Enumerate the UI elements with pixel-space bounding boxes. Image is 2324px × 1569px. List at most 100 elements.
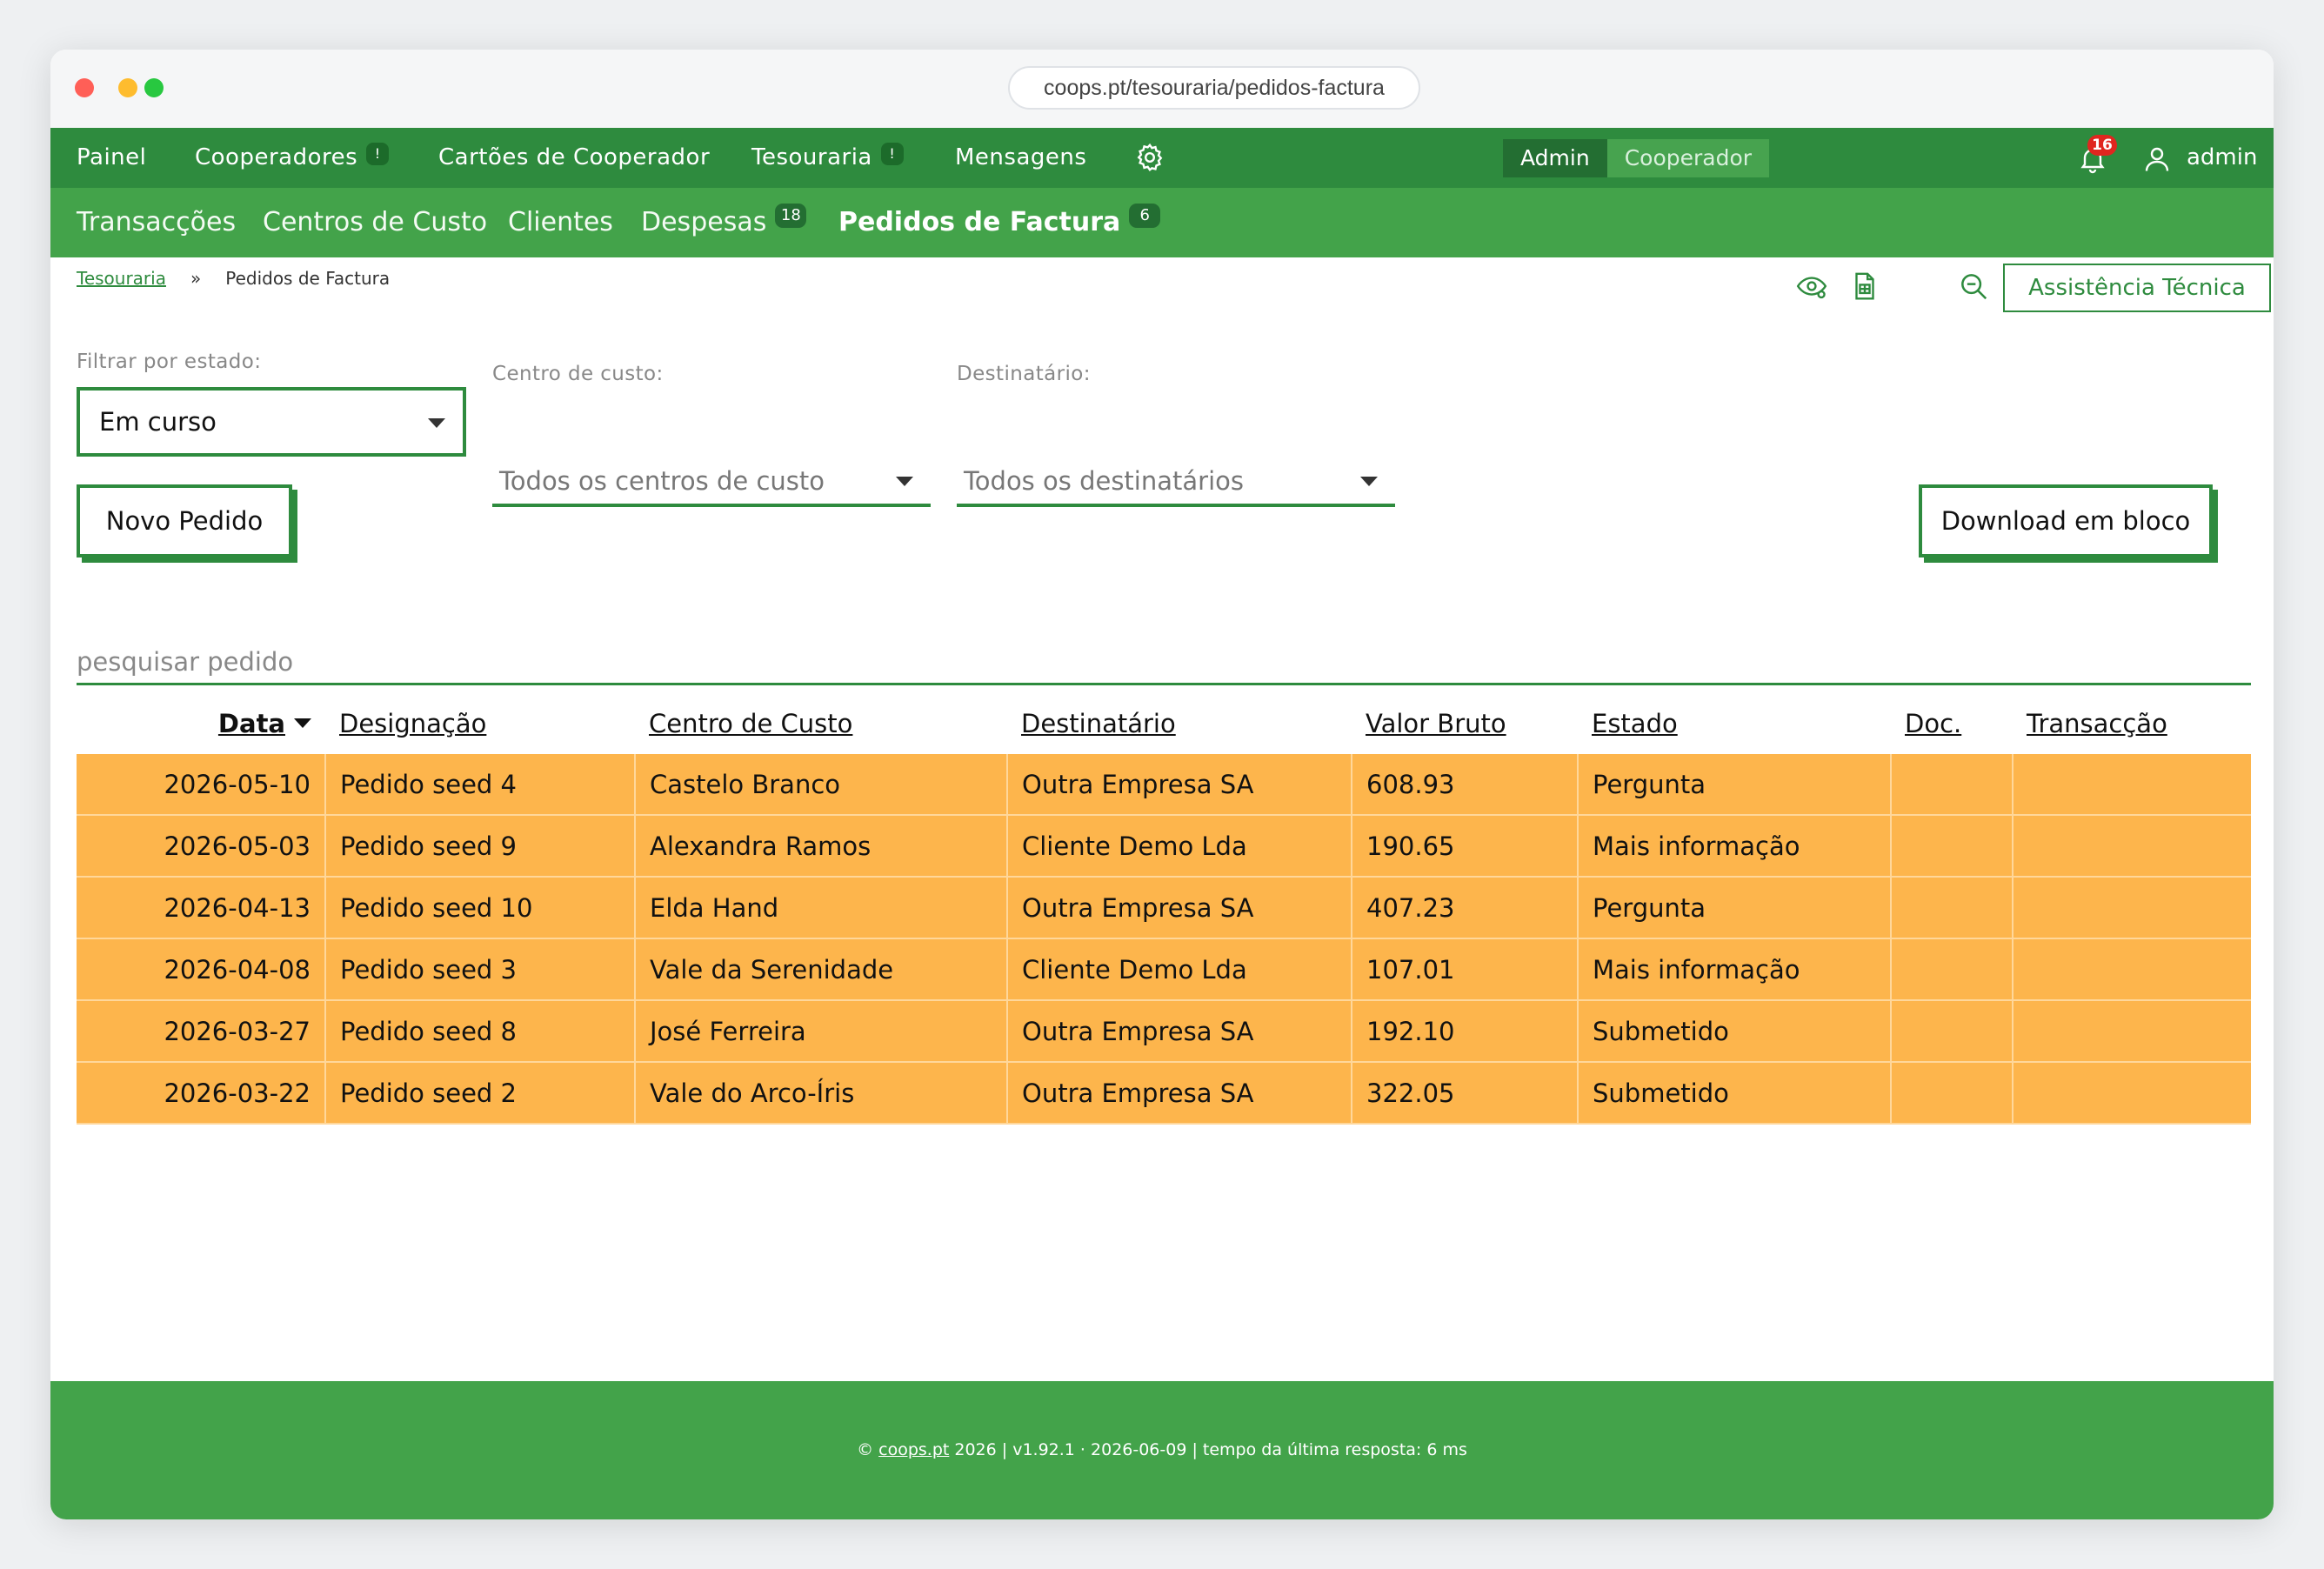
- zoom-out-icon[interactable]: [1957, 270, 1990, 303]
- cell-recipient: Cliente Demo Lda: [1007, 938, 1352, 1001]
- username-link[interactable]: admin: [2187, 128, 2257, 188]
- maximize-window-icon[interactable]: [144, 78, 164, 97]
- chevron-down-icon: [428, 418, 445, 428]
- centro-filter-value: Todos os centros de custo: [499, 466, 825, 496]
- column-header-destinatario[interactable]: Destinatário: [1007, 693, 1352, 754]
- nav-item-painel[interactable]: Painel: [77, 128, 146, 188]
- cell-date: 2026-05-10: [77, 754, 326, 816]
- nav-item-cartoes[interactable]: Cartões de Cooperador: [438, 128, 710, 188]
- sub-navigation: Transacções Centros de Custo Clientes De…: [50, 188, 2274, 257]
- table-row[interactable]: 2026-03-27 Pedido seed 8 José Ferreira O…: [77, 1000, 2251, 1063]
- cell-date: 2026-03-27: [77, 1000, 326, 1063]
- column-header-transaccao[interactable]: Transacção: [2013, 693, 2251, 754]
- cell-transaction: [2013, 938, 2251, 1001]
- subnav-item-despesas[interactable]: Despesas 18: [641, 188, 807, 257]
- breadcrumb: Tesouraria » Pedidos de Factura: [77, 268, 390, 289]
- table-row[interactable]: 2026-05-03 Pedido seed 9 Alexandra Ramos…: [77, 815, 2251, 878]
- cell-gross-value: 190.65: [1352, 815, 1579, 878]
- column-header-valor-bruto[interactable]: Valor Bruto: [1352, 693, 1578, 754]
- search-input[interactable]: pesquisar pedido: [77, 630, 2251, 685]
- subnav-item-label: Pedidos de Factura: [838, 207, 1121, 237]
- destinatario-filter-select[interactable]: Todos os destinatários: [957, 455, 1395, 507]
- cell-transaction: [2013, 754, 2251, 816]
- estado-filter-select[interactable]: Em curso: [77, 387, 466, 457]
- cell-gross-value: 107.01: [1352, 938, 1579, 1001]
- breadcrumb-current: Pedidos de Factura: [225, 268, 391, 289]
- subnav-item-centros-de-custo[interactable]: Centros de Custo: [263, 188, 487, 257]
- sort-desc-icon: [294, 718, 311, 728]
- nav-item-label: Tesouraria: [751, 144, 872, 170]
- new-request-button[interactable]: Novo Pedido: [77, 484, 292, 557]
- cell-recipient: Outra Empresa SA: [1007, 1062, 1352, 1125]
- nav-item-mensagens[interactable]: Mensagens: [955, 128, 1086, 188]
- breadcrumb-link-tesouraria[interactable]: Tesouraria: [77, 268, 166, 289]
- cell-date: 2026-05-03: [77, 815, 326, 878]
- cell-doc: [1891, 877, 2013, 939]
- user-icon[interactable]: [2141, 144, 2173, 175]
- alert-badge: !: [366, 143, 390, 165]
- cell-designation: Pedido seed 3: [325, 938, 636, 1001]
- cell-doc: [1891, 1000, 2013, 1063]
- cell-gross-value: 608.93: [1352, 754, 1579, 816]
- footer-site-link[interactable]: coops.pt: [878, 1440, 949, 1459]
- centro-filter-select[interactable]: Todos os centros de custo: [492, 455, 931, 507]
- cell-recipient: Outra Empresa SA: [1007, 754, 1352, 816]
- cell-transaction: [2013, 815, 2251, 878]
- nav-item-label: Cartões de Cooperador: [438, 144, 711, 170]
- nav-item-cooperadores[interactable]: Cooperadores!: [195, 128, 390, 188]
- subnav-item-clientes[interactable]: Clientes: [508, 188, 613, 257]
- copyright-symbol: ©: [857, 1440, 874, 1459]
- url-bar[interactable]: coops.pt/tesouraria/pedidos-factura: [1008, 66, 1420, 110]
- estado-filter-value: Em curso: [99, 407, 217, 437]
- count-badge: 6: [1129, 204, 1161, 228]
- destinatario-filter-label: Destinatário:: [957, 363, 1091, 385]
- nav-item-label: Cooperadores: [195, 144, 358, 170]
- role-switcher: Admin Cooperador: [1503, 139, 1770, 177]
- role-cooperador-button[interactable]: Cooperador: [1606, 139, 1770, 177]
- subnav-item-label: Centros de Custo: [263, 207, 488, 237]
- subnav-item-transaccoes[interactable]: Transacções: [77, 188, 236, 257]
- bulk-download-button[interactable]: Download em bloco: [1919, 484, 2213, 557]
- gear-icon[interactable]: [1134, 142, 1165, 173]
- column-header-centro-de-custo[interactable]: Centro de Custo: [635, 693, 1007, 754]
- cell-status: Submetido: [1578, 1062, 1892, 1125]
- nav-item-label: Painel: [77, 144, 147, 170]
- role-admin-button[interactable]: Admin: [1503, 139, 1607, 177]
- column-header-designacao[interactable]: Designação: [325, 693, 635, 754]
- top-navigation: Painel Cooperadores! Cartões de Cooperad…: [50, 128, 2274, 188]
- column-header-doc[interactable]: Doc.: [1891, 693, 2013, 754]
- chevron-down-icon: [896, 477, 913, 486]
- table-header-row: Data Designação Centro de Custo Destinat…: [77, 693, 2251, 754]
- table-row[interactable]: 2026-03-22 Pedido seed 2 Vale do Arco-Ír…: [77, 1062, 2251, 1125]
- nav-item-tesouraria[interactable]: Tesouraria!: [751, 128, 904, 188]
- technical-support-button[interactable]: Assistência Técnica: [2003, 264, 2271, 312]
- cell-gross-value: 322.05: [1352, 1062, 1579, 1125]
- column-header-data[interactable]: Data: [77, 693, 325, 754]
- close-window-icon[interactable]: [75, 78, 94, 97]
- minimize-window-icon[interactable]: [118, 78, 137, 97]
- cell-cost-center: Elda Hand: [635, 877, 1008, 939]
- eye-settings-icon[interactable]: [1795, 270, 1828, 303]
- cell-status: Submetido: [1578, 1000, 1892, 1063]
- subnav-item-label: Despesas: [641, 207, 767, 237]
- cell-designation: Pedido seed 4: [325, 754, 636, 816]
- table-row[interactable]: 2026-04-08 Pedido seed 3 Vale da Serenid…: [77, 938, 2251, 1001]
- spreadsheet-icon[interactable]: [1848, 270, 1881, 303]
- browser-titlebar: coops.pt/tesouraria/pedidos-factura: [50, 50, 2274, 128]
- breadcrumb-separator: »: [190, 268, 202, 289]
- subnav-item-pedidos-de-factura[interactable]: Pedidos de Factura 6: [838, 188, 1161, 257]
- table-row[interactable]: 2026-04-13 Pedido seed 10 Elda Hand Outr…: [77, 877, 2251, 939]
- column-header-estado[interactable]: Estado: [1578, 693, 1891, 754]
- cell-recipient: Outra Empresa SA: [1007, 877, 1352, 939]
- count-badge: 18: [775, 204, 807, 228]
- centro-filter-label: Centro de custo:: [492, 363, 664, 385]
- cell-doc: [1891, 938, 2013, 1001]
- alert-badge: !: [880, 143, 904, 165]
- destinatario-filter-value: Todos os destinatários: [964, 466, 1244, 496]
- cell-cost-center: Vale do Arco-Íris: [635, 1062, 1008, 1125]
- cell-cost-center: José Ferreira: [635, 1000, 1008, 1063]
- cell-doc: [1891, 754, 2013, 816]
- table-row[interactable]: 2026-05-10 Pedido seed 4 Castelo Branco …: [77, 754, 2251, 816]
- cell-designation: Pedido seed 9: [325, 815, 636, 878]
- cell-status: Mais informação: [1578, 815, 1892, 878]
